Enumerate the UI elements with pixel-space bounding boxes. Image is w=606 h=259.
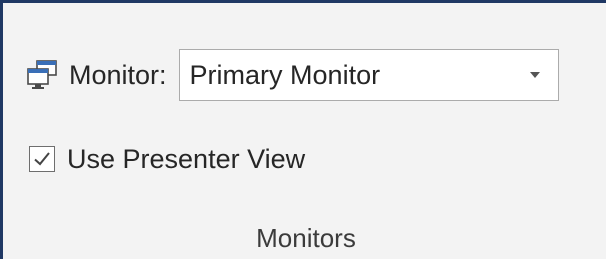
monitor-select[interactable]: Primary Monitor [178, 49, 559, 101]
monitor-select-value: Primary Monitor [189, 59, 381, 90]
monitors-ribbon-group: Monitor: Primary Monitor Use Presenter V… [0, 0, 606, 259]
presenter-view-row[interactable]: Use Presenter View [29, 139, 305, 179]
presenter-view-label[interactable]: Use Presenter View [67, 144, 305, 175]
monitor-row: Monitor: Primary Monitor [25, 49, 559, 101]
group-title: Monitors [256, 223, 356, 253]
checkmark-icon [34, 152, 50, 166]
monitor-icon [25, 58, 59, 92]
dropdown-arrow-icon[interactable] [529, 72, 540, 78]
presenter-view-checkbox[interactable] [29, 146, 55, 172]
monitor-label: Monitor: [69, 59, 167, 90]
